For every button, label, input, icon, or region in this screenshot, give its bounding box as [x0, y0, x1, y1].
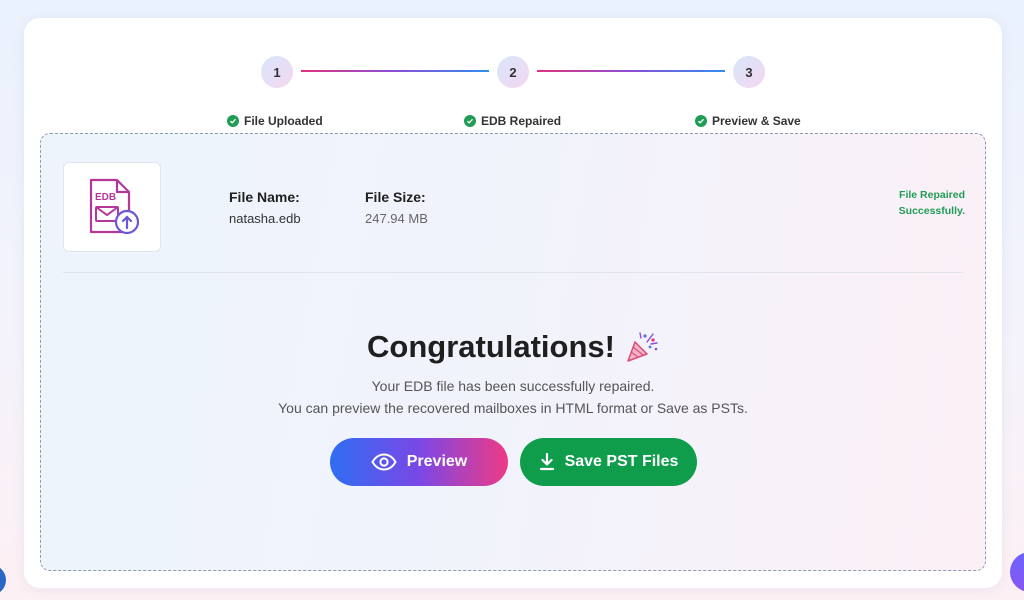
file-name-label: File Name: — [229, 189, 300, 205]
step-2-text: EDB Repaired — [481, 114, 562, 128]
step-1-circle: 1 — [261, 56, 293, 88]
result-description-line2: You can preview the recovered mailboxes … — [278, 400, 748, 416]
party-popper-icon — [627, 332, 658, 362]
repair-status: File Repaired Successfully. — [899, 187, 965, 219]
file-thumbnail: EDB — [63, 162, 161, 252]
chat-launcher-button[interactable] — [1010, 552, 1024, 592]
result-description-line1: Your EDB file has been successfully repa… — [371, 378, 655, 394]
preview-button[interactable]: Preview — [330, 438, 508, 486]
section-divider — [63, 272, 963, 273]
step-3-label: Preview & Save — [695, 114, 801, 128]
repair-status-line1: File Repaired — [899, 189, 965, 201]
step-2-circle: 2 — [497, 56, 529, 88]
file-size-value: 247.94 MB — [365, 211, 428, 226]
check-circle-icon — [227, 115, 239, 127]
download-icon — [539, 453, 554, 471]
congrats-heading: Congratulations! — [41, 329, 985, 365]
congrats-title: Congratulations! — [367, 329, 615, 364]
step-3-text: Preview & Save — [712, 114, 801, 128]
step-2-number: 2 — [509, 64, 517, 80]
repair-status-line2: Successfully. — [898, 205, 965, 217]
step-3-circle: 3 — [733, 56, 765, 88]
check-circle-icon — [695, 115, 707, 127]
edb-file-icon: EDB — [89, 178, 140, 235]
step-1-text: File Uploaded — [244, 114, 323, 128]
file-name-value: natasha.edb — [229, 211, 301, 226]
save-pst-button-label: Save PST Files — [564, 453, 679, 470]
svg-text:EDB: EDB — [95, 192, 116, 203]
eye-icon — [371, 453, 397, 471]
left-edge-widget[interactable] — [0, 565, 6, 595]
step-2-connector — [537, 70, 725, 72]
file-size-label: File Size: — [365, 189, 426, 205]
step-1-label: File Uploaded — [227, 114, 323, 128]
save-pst-button[interactable]: Save PST Files — [520, 438, 697, 486]
check-circle-icon — [464, 115, 476, 127]
step-3-number: 3 — [745, 64, 753, 80]
result-panel: EDB File Name: natasha.edb File Size: 24… — [40, 133, 986, 571]
step-1-connector — [301, 70, 489, 72]
step-2-label: EDB Repaired — [464, 114, 561, 128]
step-1-number: 1 — [273, 64, 281, 80]
repair-result-card: 1 2 3 File Uploaded EDB Repaired Preview… — [24, 18, 1002, 588]
preview-button-label: Preview — [406, 453, 468, 470]
